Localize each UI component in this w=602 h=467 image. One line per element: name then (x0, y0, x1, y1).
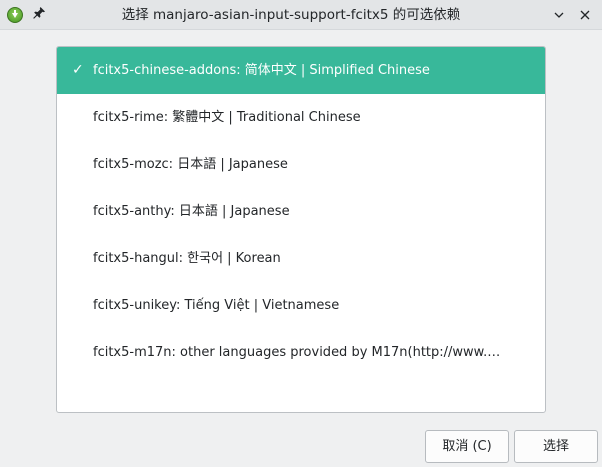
list-item-unikey[interactable]: fcitx5-unikey: Tiếng Việt | Vietnamese (57, 282, 545, 329)
list-item-label: fcitx5-rime: 繁體中文 | Traditional Chinese (93, 110, 361, 125)
list-item-label: fcitx5-m17n: other languages provided by… (93, 345, 525, 360)
close-icon[interactable] (575, 5, 595, 25)
list-item-hangul[interactable]: fcitx5-hangul: 한국어 | Korean (57, 235, 545, 282)
dialog-window: 选择 manjaro-asian-input-support-fcitx5 的可… (0, 0, 602, 467)
list-item-mozc[interactable]: fcitx5-mozc: 日本語 | Japanese (57, 141, 545, 188)
list-item-rime[interactable]: fcitx5-rime: 繁體中文 | Traditional Chinese (57, 94, 545, 141)
optional-dependencies-list: ✓ fcitx5-chinese-addons: 简体中文 | Simplifi… (56, 46, 546, 413)
cancel-button[interactable]: 取消 (C) (425, 430, 509, 463)
list-item-label: fcitx5-anthy: 日本語 | Japanese (93, 204, 290, 219)
list-item-label: fcitx5-hangul: 한국어 | Korean (93, 251, 281, 266)
list-item-chinese-addons[interactable]: ✓ fcitx5-chinese-addons: 简体中文 | Simplifi… (57, 47, 545, 94)
list-item-m17n[interactable]: fcitx5-m17n: other languages provided by… (57, 329, 545, 376)
list-item-anthy[interactable]: fcitx5-anthy: 日本語 | Japanese (57, 188, 545, 235)
title-bar: 选择 manjaro-asian-input-support-fcitx5 的可… (0, 0, 602, 30)
window-title: 选择 manjaro-asian-input-support-fcitx5 的可… (121, 7, 461, 23)
list-item-label: fcitx5-mozc: 日本語 | Japanese (93, 157, 288, 172)
pin-icon[interactable] (31, 6, 47, 22)
list-item-label: fcitx5-unikey: Tiếng Việt | Vietnamese (93, 298, 340, 313)
app-download-icon[interactable] (7, 7, 23, 23)
list-item-label: fcitx5-chinese-addons: 简体中文 | Simplified… (93, 63, 430, 78)
minimize-chevron-icon[interactable] (549, 5, 569, 25)
select-button[interactable]: 选择 (514, 430, 598, 463)
checkmark-icon: ✓ (72, 62, 84, 78)
